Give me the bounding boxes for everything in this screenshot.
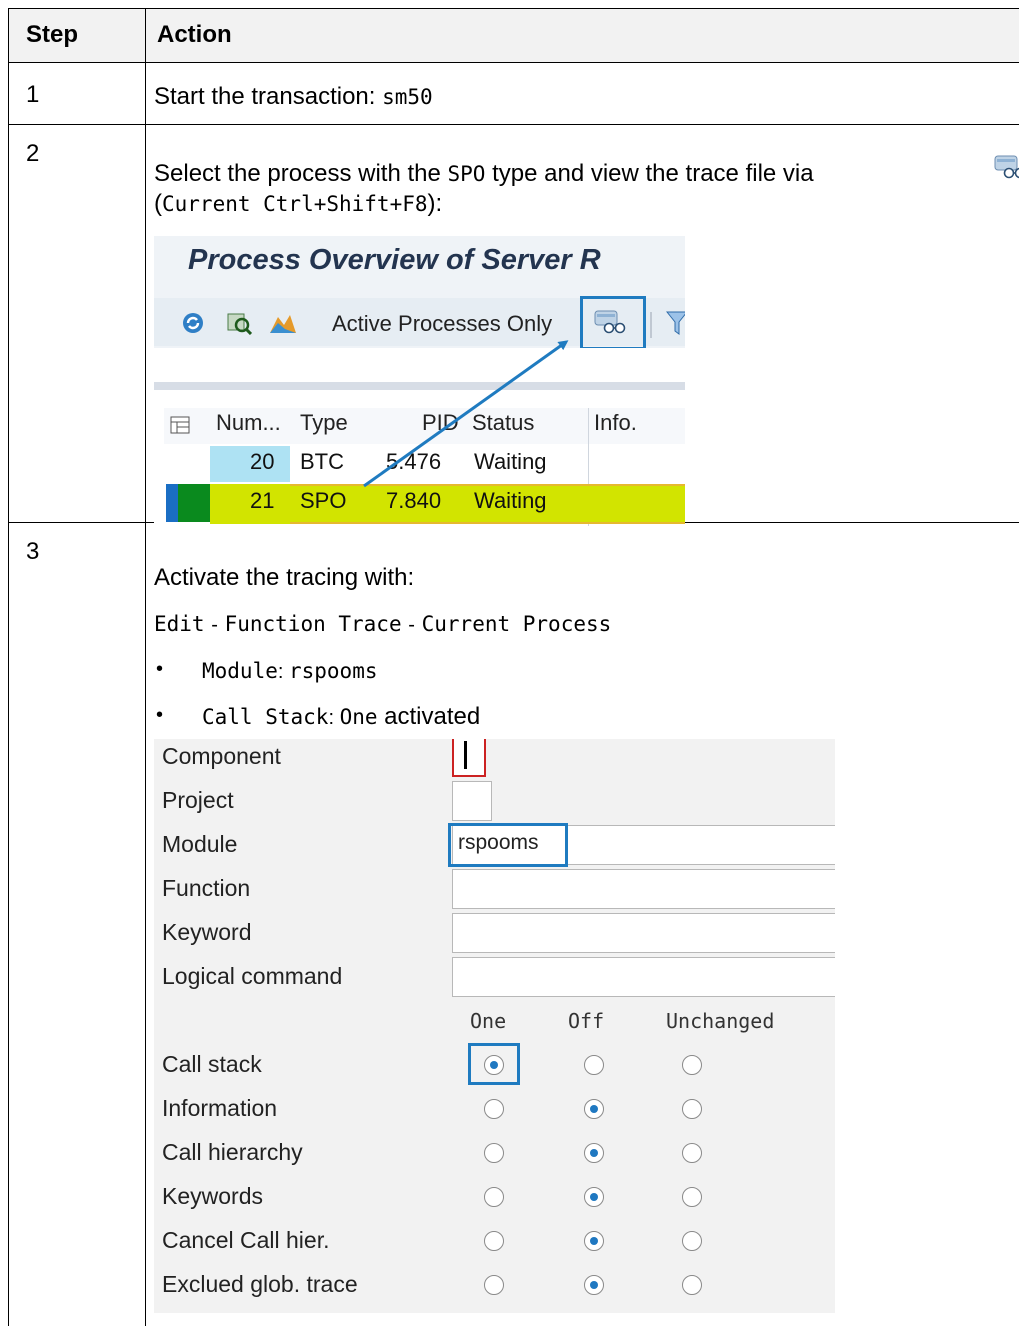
logical-command-field[interactable]: [452, 957, 835, 997]
bullet-icon: •: [156, 658, 164, 680]
step-1-text: Start the transaction: sm50: [154, 83, 433, 110]
radio-row-label: Cancel Call hier.: [162, 1227, 330, 1253]
radio-row-label: Call hierarchy: [162, 1139, 303, 1165]
trace-file-icon: [994, 154, 1019, 180]
radio-keywords-one[interactable]: [484, 1187, 504, 1207]
text-cursor: [464, 741, 467, 769]
step-number: 3: [26, 538, 40, 565]
module-field-value: rspooms: [458, 831, 539, 854]
transaction-code: sm50: [382, 85, 433, 109]
component-field[interactable]: [452, 739, 486, 777]
radio-cancel-call-hier-unchanged[interactable]: [682, 1231, 702, 1251]
step-2-shortcut-text: (Current Ctrl+Shift+F8):: [154, 190, 443, 217]
field-label: Module: [162, 831, 238, 857]
menu-path: Edit - Function Trace - Current Process: [154, 612, 612, 636]
field-label: Logical command: [162, 963, 343, 989]
grid-line: [8, 124, 1019, 125]
process-overview-screenshot: Process Overview of Server R Active Proc…: [154, 236, 685, 526]
bullet-module: Module: rspooms: [202, 659, 378, 683]
grid-line: [8, 62, 1019, 63]
bullet-call-stack: Call Stack: One activated: [202, 703, 481, 730]
radio-information-unchanged[interactable]: [682, 1099, 702, 1119]
grid-line: [8, 8, 1019, 9]
radio-exclude-glob-trace-off[interactable]: [584, 1275, 604, 1295]
radio-information-one[interactable]: [484, 1099, 504, 1119]
radio-row-label: Exclued glob. trace: [162, 1271, 358, 1297]
grid-line: [8, 8, 9, 1326]
radio-call-stack-off[interactable]: [584, 1055, 604, 1075]
grid-line: [145, 8, 146, 1326]
radio-call-hierarchy-off[interactable]: [584, 1143, 604, 1163]
step-column-header: Step: [26, 21, 79, 48]
action-column-header: Action: [157, 21, 232, 48]
field-label: Keyword: [162, 919, 252, 945]
step-2-text: Select the process with the SPO type and…: [154, 160, 814, 187]
trace-options-screenshot: Component Project Module Function Keywor…: [154, 739, 835, 1313]
radio-call-hierarchy-one[interactable]: [484, 1143, 504, 1163]
radio-keywords-unchanged[interactable]: [682, 1187, 702, 1207]
radio-call-stack-unchanged[interactable]: [682, 1055, 702, 1075]
field-label: Function: [162, 875, 251, 901]
radio-column-unchanged: Unchanged: [666, 1009, 775, 1033]
field-label: Component: [162, 743, 281, 769]
radio-row-label: Keywords: [162, 1183, 263, 1209]
radio-row-label: Information: [162, 1095, 278, 1121]
radio-information-off[interactable]: [584, 1099, 604, 1119]
radio-cancel-call-hier-off[interactable]: [584, 1231, 604, 1251]
radio-call-hierarchy-unchanged[interactable]: [682, 1143, 702, 1163]
radio-call-stack-one[interactable]: [484, 1055, 504, 1075]
radio-column-one: One: [470, 1009, 507, 1033]
step-3-intro: Activate the tracing with:: [154, 564, 415, 591]
field-label: Project: [162, 787, 234, 813]
radio-row-label: Call stack: [162, 1051, 262, 1077]
function-field[interactable]: [452, 869, 835, 909]
keyword-field[interactable]: [452, 913, 835, 953]
callout-arrow: [363, 340, 569, 488]
bullet-icon: •: [156, 704, 164, 726]
step-number: 2: [26, 140, 40, 167]
radio-cancel-call-hier-one[interactable]: [484, 1231, 504, 1251]
radio-exclude-glob-trace-unchanged[interactable]: [682, 1275, 702, 1295]
step-number: 1: [26, 81, 40, 108]
project-field[interactable]: [452, 781, 492, 821]
radio-exclude-glob-trace-one[interactable]: [484, 1275, 504, 1295]
radio-column-off: Off: [568, 1009, 605, 1033]
radio-keywords-off[interactable]: [584, 1187, 604, 1207]
